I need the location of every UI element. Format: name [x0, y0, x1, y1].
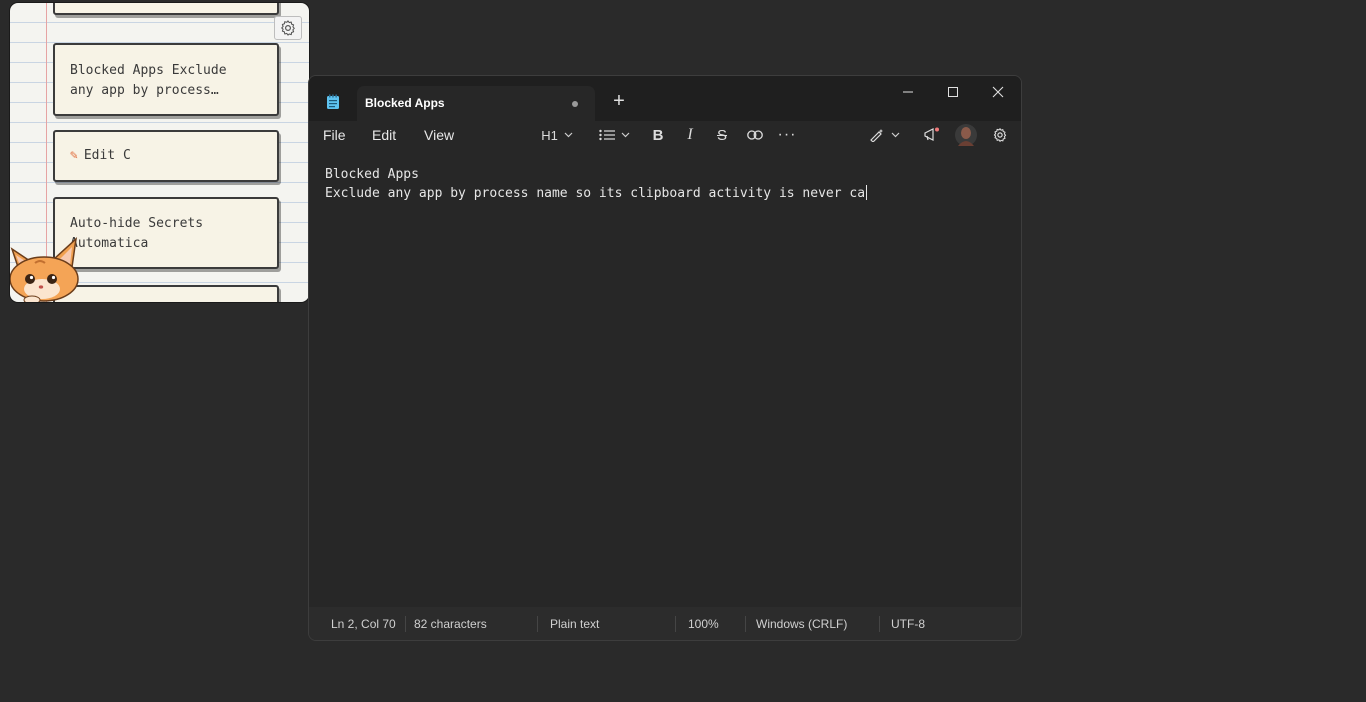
copilot-pen-icon	[869, 129, 883, 142]
bulleted-list-icon	[598, 129, 615, 141]
whats-new-button[interactable]	[921, 121, 943, 149]
close-button[interactable]	[975, 78, 1021, 106]
heading-label: H1	[541, 127, 558, 143]
zoom-level[interactable]: 100%	[688, 617, 719, 631]
new-tab-button[interactable]: +	[609, 88, 629, 114]
minimize-button[interactable]	[885, 78, 931, 106]
chevron-down-icon	[564, 132, 573, 138]
notepad-window: Blocked Apps + File Edit View H1 B I S ·…	[308, 75, 1022, 641]
tab-title: Blocked Apps	[365, 96, 445, 110]
menu-file[interactable]: File	[323, 127, 346, 143]
minimize-icon	[903, 91, 913, 93]
status-bar: Ln 2, Col 70 82 characters Plain text 10…	[309, 607, 1021, 640]
tab-blocked-apps[interactable]: Blocked Apps	[357, 86, 595, 122]
clip-card-blocked-apps[interactable]: Blocked Apps Exclude any app by process…	[53, 43, 279, 116]
clip-card-partial-bottom[interactable]	[53, 285, 279, 302]
cursor-position: Ln 2, Col 70	[331, 617, 396, 631]
heading-dropdown[interactable]: H1	[536, 121, 578, 149]
status-divider	[405, 616, 406, 632]
link-button[interactable]	[743, 121, 767, 149]
settings-button[interactable]	[274, 16, 302, 40]
strikethrough-button[interactable]: S	[711, 121, 733, 149]
maximize-icon	[948, 87, 958, 97]
clip-card-text: Blocked Apps Exclude	[70, 63, 227, 78]
status-divider	[675, 616, 676, 632]
unsaved-dot-icon[interactable]	[572, 101, 578, 107]
cat-mascot-icon	[10, 237, 79, 302]
clip-card-text: Automatica	[70, 236, 149, 251]
line-ending[interactable]: Windows (CRLF)	[756, 617, 847, 631]
bold-button[interactable]: B	[647, 121, 669, 149]
megaphone-icon	[924, 127, 939, 141]
chevron-down-icon	[621, 132, 629, 138]
clipboard-widget: Blocked Apps Exclude any app by process……	[10, 3, 309, 302]
clip-card-partial[interactable]	[53, 3, 279, 15]
text-editor[interactable]: Blocked Apps Exclude any app by process …	[309, 153, 1021, 608]
clip-card-text: Auto-hide Secrets	[70, 216, 204, 231]
list-dropdown[interactable]	[594, 121, 634, 149]
menu-edit[interactable]: Edit	[372, 127, 396, 143]
status-divider	[879, 616, 880, 632]
more-options-button[interactable]: ···	[775, 121, 799, 149]
clip-card-edit[interactable]: ✎ Edit C	[53, 130, 279, 182]
text-caret	[866, 185, 868, 200]
settings-button[interactable]	[989, 121, 1011, 149]
gear-icon	[993, 128, 1007, 142]
chevron-down-icon	[891, 132, 899, 138]
character-count: 82 characters	[414, 617, 487, 631]
status-divider	[745, 616, 746, 632]
clip-card-text: any app by process…	[70, 83, 219, 98]
status-divider	[537, 616, 538, 632]
title-bar[interactable]: Blocked Apps +	[309, 76, 1021, 122]
maximize-button[interactable]	[930, 78, 976, 106]
italic-button[interactable]: I	[679, 121, 701, 149]
editor-line: Blocked Apps	[325, 167, 419, 182]
copilot-dropdown[interactable]	[864, 121, 904, 149]
pencil-icon: ✎	[70, 148, 78, 163]
file-format[interactable]: Plain text	[550, 617, 599, 631]
encoding[interactable]: UTF-8	[891, 617, 925, 631]
clip-card-text: Edit C	[83, 148, 131, 163]
menu-bar: File Edit View H1 B I S ···	[309, 121, 1021, 149]
notepad-app-icon	[327, 94, 339, 109]
editor-line-text: Exclude any app by process name so its c…	[325, 186, 866, 201]
gear-icon	[281, 20, 295, 36]
avatar	[955, 124, 977, 146]
link-icon	[747, 130, 763, 140]
close-icon	[992, 86, 1004, 98]
menu-view[interactable]: View	[424, 127, 454, 143]
editor-line: Exclude any app by process name so its c…	[325, 185, 868, 201]
account-avatar[interactable]	[953, 121, 979, 149]
clip-card-auto-hide[interactable]: Auto-hide Secrets Automatica	[53, 197, 279, 269]
